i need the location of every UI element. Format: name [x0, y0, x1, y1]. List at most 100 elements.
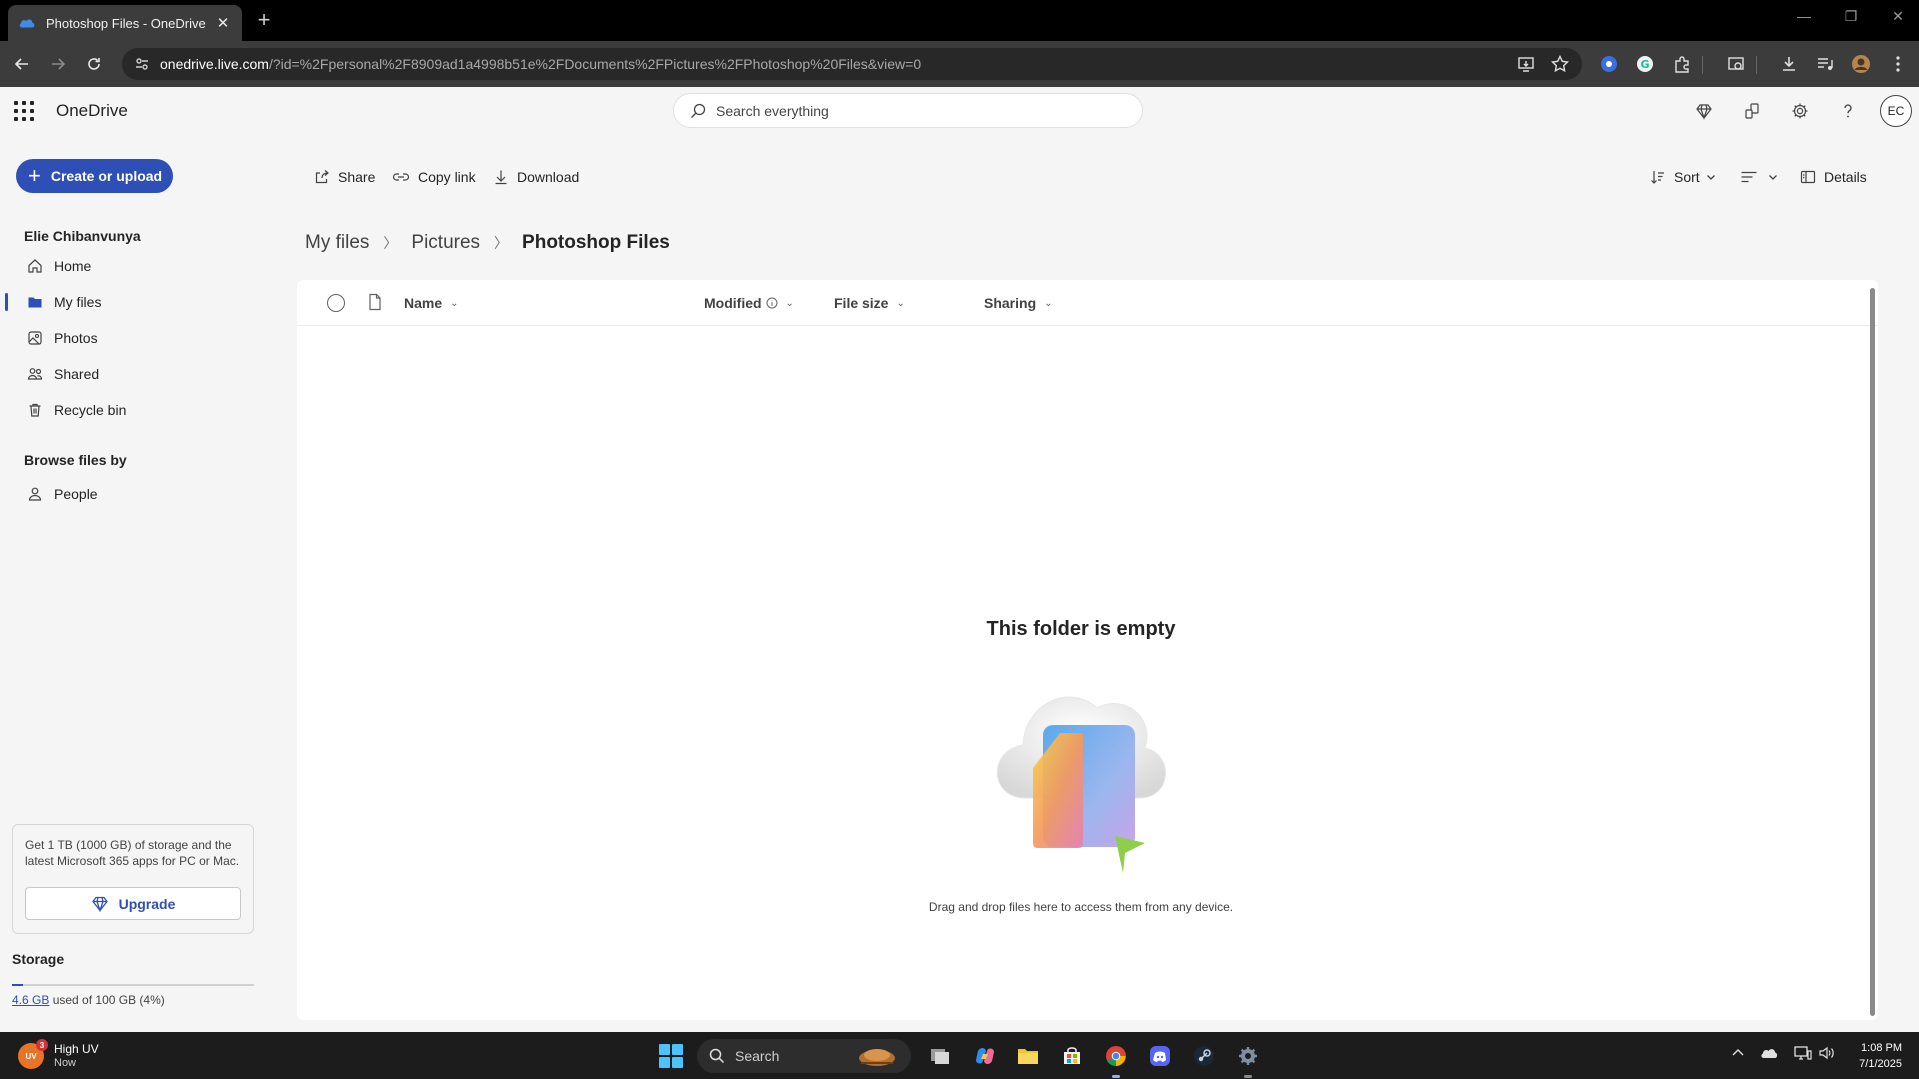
sidebar-item-my-files[interactable]: My files [0, 284, 290, 320]
column-modified[interactable]: Modified ⌄ [704, 295, 794, 311]
breadcrumb-pictures[interactable]: Pictures [411, 232, 480, 254]
user-avatar[interactable]: EC [1880, 95, 1912, 127]
steam-icon[interactable] [1190, 1042, 1218, 1070]
active-indicator [5, 293, 8, 311]
person-icon [26, 485, 44, 503]
file-list-header: Name ⌄ Modified ⌄ File size ⌄ Sharing ⌄ [297, 280, 1878, 326]
downloads-icon[interactable] [1777, 52, 1801, 76]
diamond-icon [91, 896, 108, 912]
minimize-icon[interactable]: — [1794, 8, 1814, 24]
svg-text:G: G [1640, 58, 1649, 71]
browser-toolbar: onedrive.live.com/?id=%2Fpersonal%2F8909… [0, 41, 1919, 87]
premium-diamond-icon[interactable] [1692, 99, 1716, 123]
windows-start-icon[interactable] [659, 1044, 683, 1068]
chrome-icon[interactable] [1102, 1042, 1130, 1078]
browser-tab[interactable]: Photoshop Files - OneDrive ✕ [8, 5, 242, 41]
view-options-button[interactable] [1740, 167, 1778, 187]
bookmark-star-icon[interactable] [1550, 54, 1570, 74]
column-file-size[interactable]: File size ⌄ [834, 295, 905, 311]
site-info-icon[interactable] [134, 56, 150, 72]
plus-icon: + [28, 163, 41, 188]
media-controls-icon[interactable] [1813, 52, 1837, 76]
microsoft-store-icon[interactable] [1058, 1042, 1086, 1070]
sidebar-item-recycle-bin[interactable]: Recycle bin [0, 392, 290, 428]
help-icon[interactable] [1836, 99, 1860, 123]
extension-blue-icon[interactable] [1597, 52, 1621, 76]
taskbar-search[interactable]: Search [697, 1039, 911, 1073]
reload-icon[interactable] [82, 52, 106, 76]
storage-progress-bar [12, 984, 254, 986]
extensions-puzzle-icon[interactable] [1670, 52, 1694, 76]
sort-icon [1651, 171, 1664, 184]
copilot-icon[interactable] [971, 1042, 999, 1070]
user-name: Elie Chibanvunya [24, 228, 141, 244]
address-bar[interactable]: onedrive.live.com/?id=%2Fpersonal%2F8909… [122, 48, 1582, 80]
chevron-down-icon: ⌄ [896, 297, 905, 309]
install-app-icon[interactable] [1516, 54, 1536, 74]
sidebar-item-home[interactable]: Home [0, 248, 290, 284]
show-hidden-icons-icon[interactable] [1731, 1046, 1745, 1063]
restore-icon[interactable]: ❐ [1841, 8, 1861, 25]
sync-devices-icon[interactable] [1740, 99, 1764, 123]
tab-search-icon[interactable] [1724, 52, 1748, 76]
upgrade-button[interactable]: Upgrade [25, 887, 241, 920]
details-button[interactable]: Details [1800, 167, 1867, 187]
breadcrumb-photoshop-files: Photoshop Files [522, 232, 670, 253]
discord-icon[interactable] [1146, 1042, 1174, 1070]
search-box[interactable]: Search everything [673, 93, 1143, 128]
select-all-checkbox[interactable] [327, 294, 345, 312]
settings-app-icon[interactable] [1234, 1042, 1262, 1078]
clock-date: 7/1/2025 [1859, 1058, 1902, 1070]
copy-link-button[interactable]: Copy link [392, 167, 476, 187]
sidebar-item-photos[interactable]: Photos [0, 320, 290, 356]
breadcrumb-my-files[interactable]: My files [305, 232, 369, 254]
search-placeholder: Search everything [716, 102, 829, 119]
url-host: onedrive.live.com [160, 56, 269, 72]
onedrive-page: OneDrive Search everything EC + Create o… [0, 87, 1919, 1032]
grammarly-icon[interactable]: G [1633, 52, 1657, 76]
weather-widget[interactable]: UV 3 High UV Now [18, 1039, 99, 1070]
weather-title: High UV [54, 1042, 99, 1056]
sort-button[interactable]: Sort [1650, 167, 1716, 187]
app-launcher-icon[interactable] [14, 101, 34, 121]
sidebar-item-shared[interactable]: Shared [0, 356, 290, 392]
close-window-icon[interactable]: ✕ [1888, 8, 1908, 25]
home-icon [26, 257, 44, 275]
chevron-down-icon: ⌄ [1044, 297, 1053, 309]
column-file-size-label: File size [834, 295, 889, 311]
info-icon [766, 297, 778, 309]
storage-used-link[interactable]: 4.6 GB [12, 993, 49, 1007]
download-button[interactable]: Download [493, 167, 579, 187]
profile-avatar-icon[interactable] [1849, 52, 1873, 76]
tab-close-icon[interactable]: ✕ [214, 14, 232, 32]
app-name[interactable]: OneDrive [56, 101, 128, 121]
new-tab-button[interactable]: + [252, 8, 276, 32]
browser-menu-icon[interactable] [1886, 52, 1910, 76]
empty-folder-title: This folder is empty [986, 618, 1176, 640]
tab-title: Photoshop Files - OneDrive [46, 15, 206, 31]
sidebar-item-people[interactable]: People [0, 476, 290, 512]
storage-rest-text: used of 100 GB (4%) [49, 993, 165, 1007]
share-button[interactable]: Share [314, 167, 375, 187]
settings-gear-icon[interactable] [1788, 99, 1812, 123]
clock-time: 1:08 PM [1861, 1042, 1902, 1054]
column-sharing[interactable]: Sharing ⌄ [984, 295, 1053, 311]
storage-heading: Storage [12, 951, 65, 967]
column-name[interactable]: Name ⌄ [404, 295, 459, 311]
download-icon [495, 170, 507, 185]
sidebar-item-label: People [54, 486, 98, 502]
system-clock[interactable]: 1:08 PM 7/1/2025 [1842, 1040, 1902, 1072]
task-view-icon[interactable] [926, 1042, 954, 1070]
volume-icon[interactable] [1818, 1046, 1836, 1063]
details-label: Details [1824, 169, 1867, 185]
network-icon[interactable] [1794, 1046, 1812, 1063]
onedrive-tray-icon[interactable] [1760, 1046, 1778, 1063]
forward-icon[interactable] [46, 52, 70, 76]
create-or-upload-button[interactable]: + Create or upload [16, 159, 173, 193]
details-pane-icon [1800, 170, 1816, 184]
photos-icon [26, 329, 44, 347]
back-icon[interactable] [10, 52, 34, 76]
notification-badge: 3 [36, 1039, 48, 1051]
file-explorer-icon[interactable] [1014, 1042, 1042, 1070]
vertical-scrollbar[interactable] [1870, 288, 1875, 1016]
